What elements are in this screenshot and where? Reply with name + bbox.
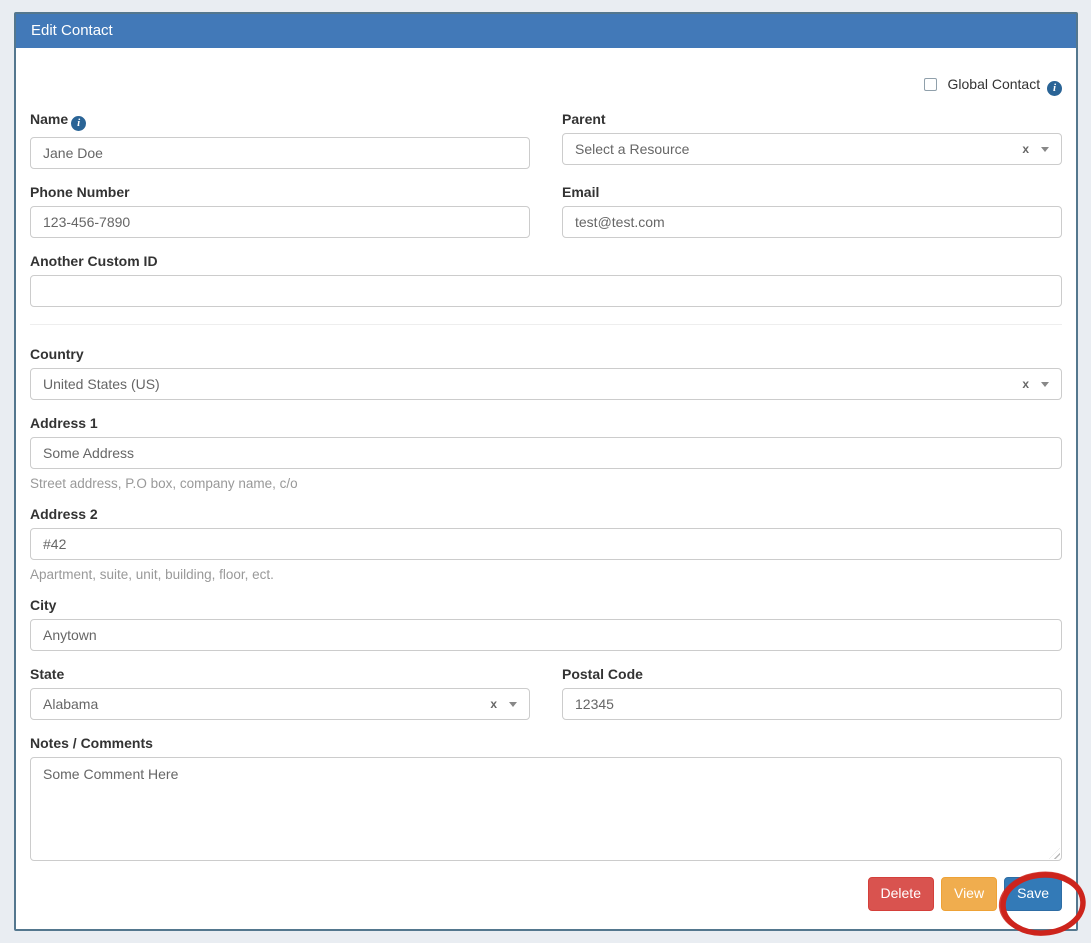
notes-group: Notes / Comments Some Comment Here xyxy=(30,735,1062,861)
city-label: City xyxy=(30,597,1062,613)
phone-label: Phone Number xyxy=(30,184,530,200)
parent-label: Parent xyxy=(562,111,1062,127)
address1-input[interactable] xyxy=(30,437,1062,469)
email-label: Email xyxy=(562,184,1062,200)
address1-group: Address 1 Street address, P.O box, compa… xyxy=(30,415,1062,491)
postal-group: Postal Code xyxy=(562,666,1062,720)
custom-id-group: Another Custom ID xyxy=(30,253,1062,307)
state-label: State xyxy=(30,666,530,682)
name-group: Namei xyxy=(30,111,530,169)
notes-textarea[interactable]: Some Comment Here xyxy=(30,757,1062,861)
clear-selection-icon[interactable]: x xyxy=(1022,143,1029,155)
name-input[interactable] xyxy=(30,137,530,169)
global-contact-row: Global Contact i xyxy=(30,76,1062,96)
info-icon[interactable]: i xyxy=(1047,81,1062,96)
country-select-value: United States (US) xyxy=(43,376,1022,392)
info-icon[interactable]: i xyxy=(71,116,86,131)
chevron-down-icon xyxy=(1041,147,1049,152)
parent-group: Parent Select a Resource x xyxy=(562,111,1062,169)
address2-label: Address 2 xyxy=(30,506,1062,522)
country-label: Country xyxy=(30,346,1062,362)
country-select[interactable]: United States (US) x xyxy=(30,368,1062,400)
notes-wrap: Some Comment Here xyxy=(30,757,1062,861)
address1-label: Address 1 xyxy=(30,415,1062,431)
chevron-down-icon xyxy=(1041,382,1049,387)
button-row: Delete View Save xyxy=(30,877,1062,911)
global-contact-checkbox[interactable] xyxy=(924,78,937,91)
custom-id-input[interactable] xyxy=(30,275,1062,307)
section-divider xyxy=(30,324,1062,325)
postal-label: Postal Code xyxy=(562,666,1062,682)
address2-help-text: Apartment, suite, unit, building, floor,… xyxy=(30,567,1062,582)
chevron-down-icon xyxy=(509,702,517,707)
global-contact-label: Global Contact xyxy=(948,76,1041,92)
row-phone-email: Phone Number Email xyxy=(30,184,1062,253)
phone-input[interactable] xyxy=(30,206,530,238)
clear-selection-icon[interactable]: x xyxy=(1022,378,1029,390)
name-label: Namei xyxy=(30,111,530,131)
panel-body: Global Contact i Namei Parent Select a R… xyxy=(16,76,1076,919)
state-select[interactable]: Alabama x xyxy=(30,688,530,720)
save-button[interactable]: Save xyxy=(1004,877,1062,911)
edit-contact-panel: Edit Contact Global Contact i Namei Pare… xyxy=(14,12,1078,931)
panel-title: Edit Contact xyxy=(16,14,1076,48)
view-button[interactable]: View xyxy=(941,877,997,911)
country-group: Country United States (US) x xyxy=(30,346,1062,400)
phone-group: Phone Number xyxy=(30,184,530,238)
address1-help-text: Street address, P.O box, company name, c… xyxy=(30,476,1062,491)
page: { "panel": { "title": "Edit Contact" }, … xyxy=(0,0,1091,943)
parent-select-value: Select a Resource xyxy=(575,141,1022,157)
custom-id-label: Another Custom ID xyxy=(30,253,1062,269)
notes-label: Notes / Comments xyxy=(30,735,1062,751)
state-group: State Alabama x xyxy=(30,666,530,720)
state-select-value: Alabama xyxy=(43,696,490,712)
delete-button[interactable]: Delete xyxy=(868,877,934,911)
clear-selection-icon[interactable]: x xyxy=(490,698,497,710)
address2-group: Address 2 Apartment, suite, unit, buildi… xyxy=(30,506,1062,582)
row-name-parent: Namei Parent Select a Resource x xyxy=(30,111,1062,184)
city-input[interactable] xyxy=(30,619,1062,651)
address2-input[interactable] xyxy=(30,528,1062,560)
row-state-postal: State Alabama x Postal Code xyxy=(30,666,1062,735)
parent-select[interactable]: Select a Resource x xyxy=(562,133,1062,165)
email-group: Email xyxy=(562,184,1062,238)
postal-input[interactable] xyxy=(562,688,1062,720)
email-input[interactable] xyxy=(562,206,1062,238)
city-group: City xyxy=(30,597,1062,651)
